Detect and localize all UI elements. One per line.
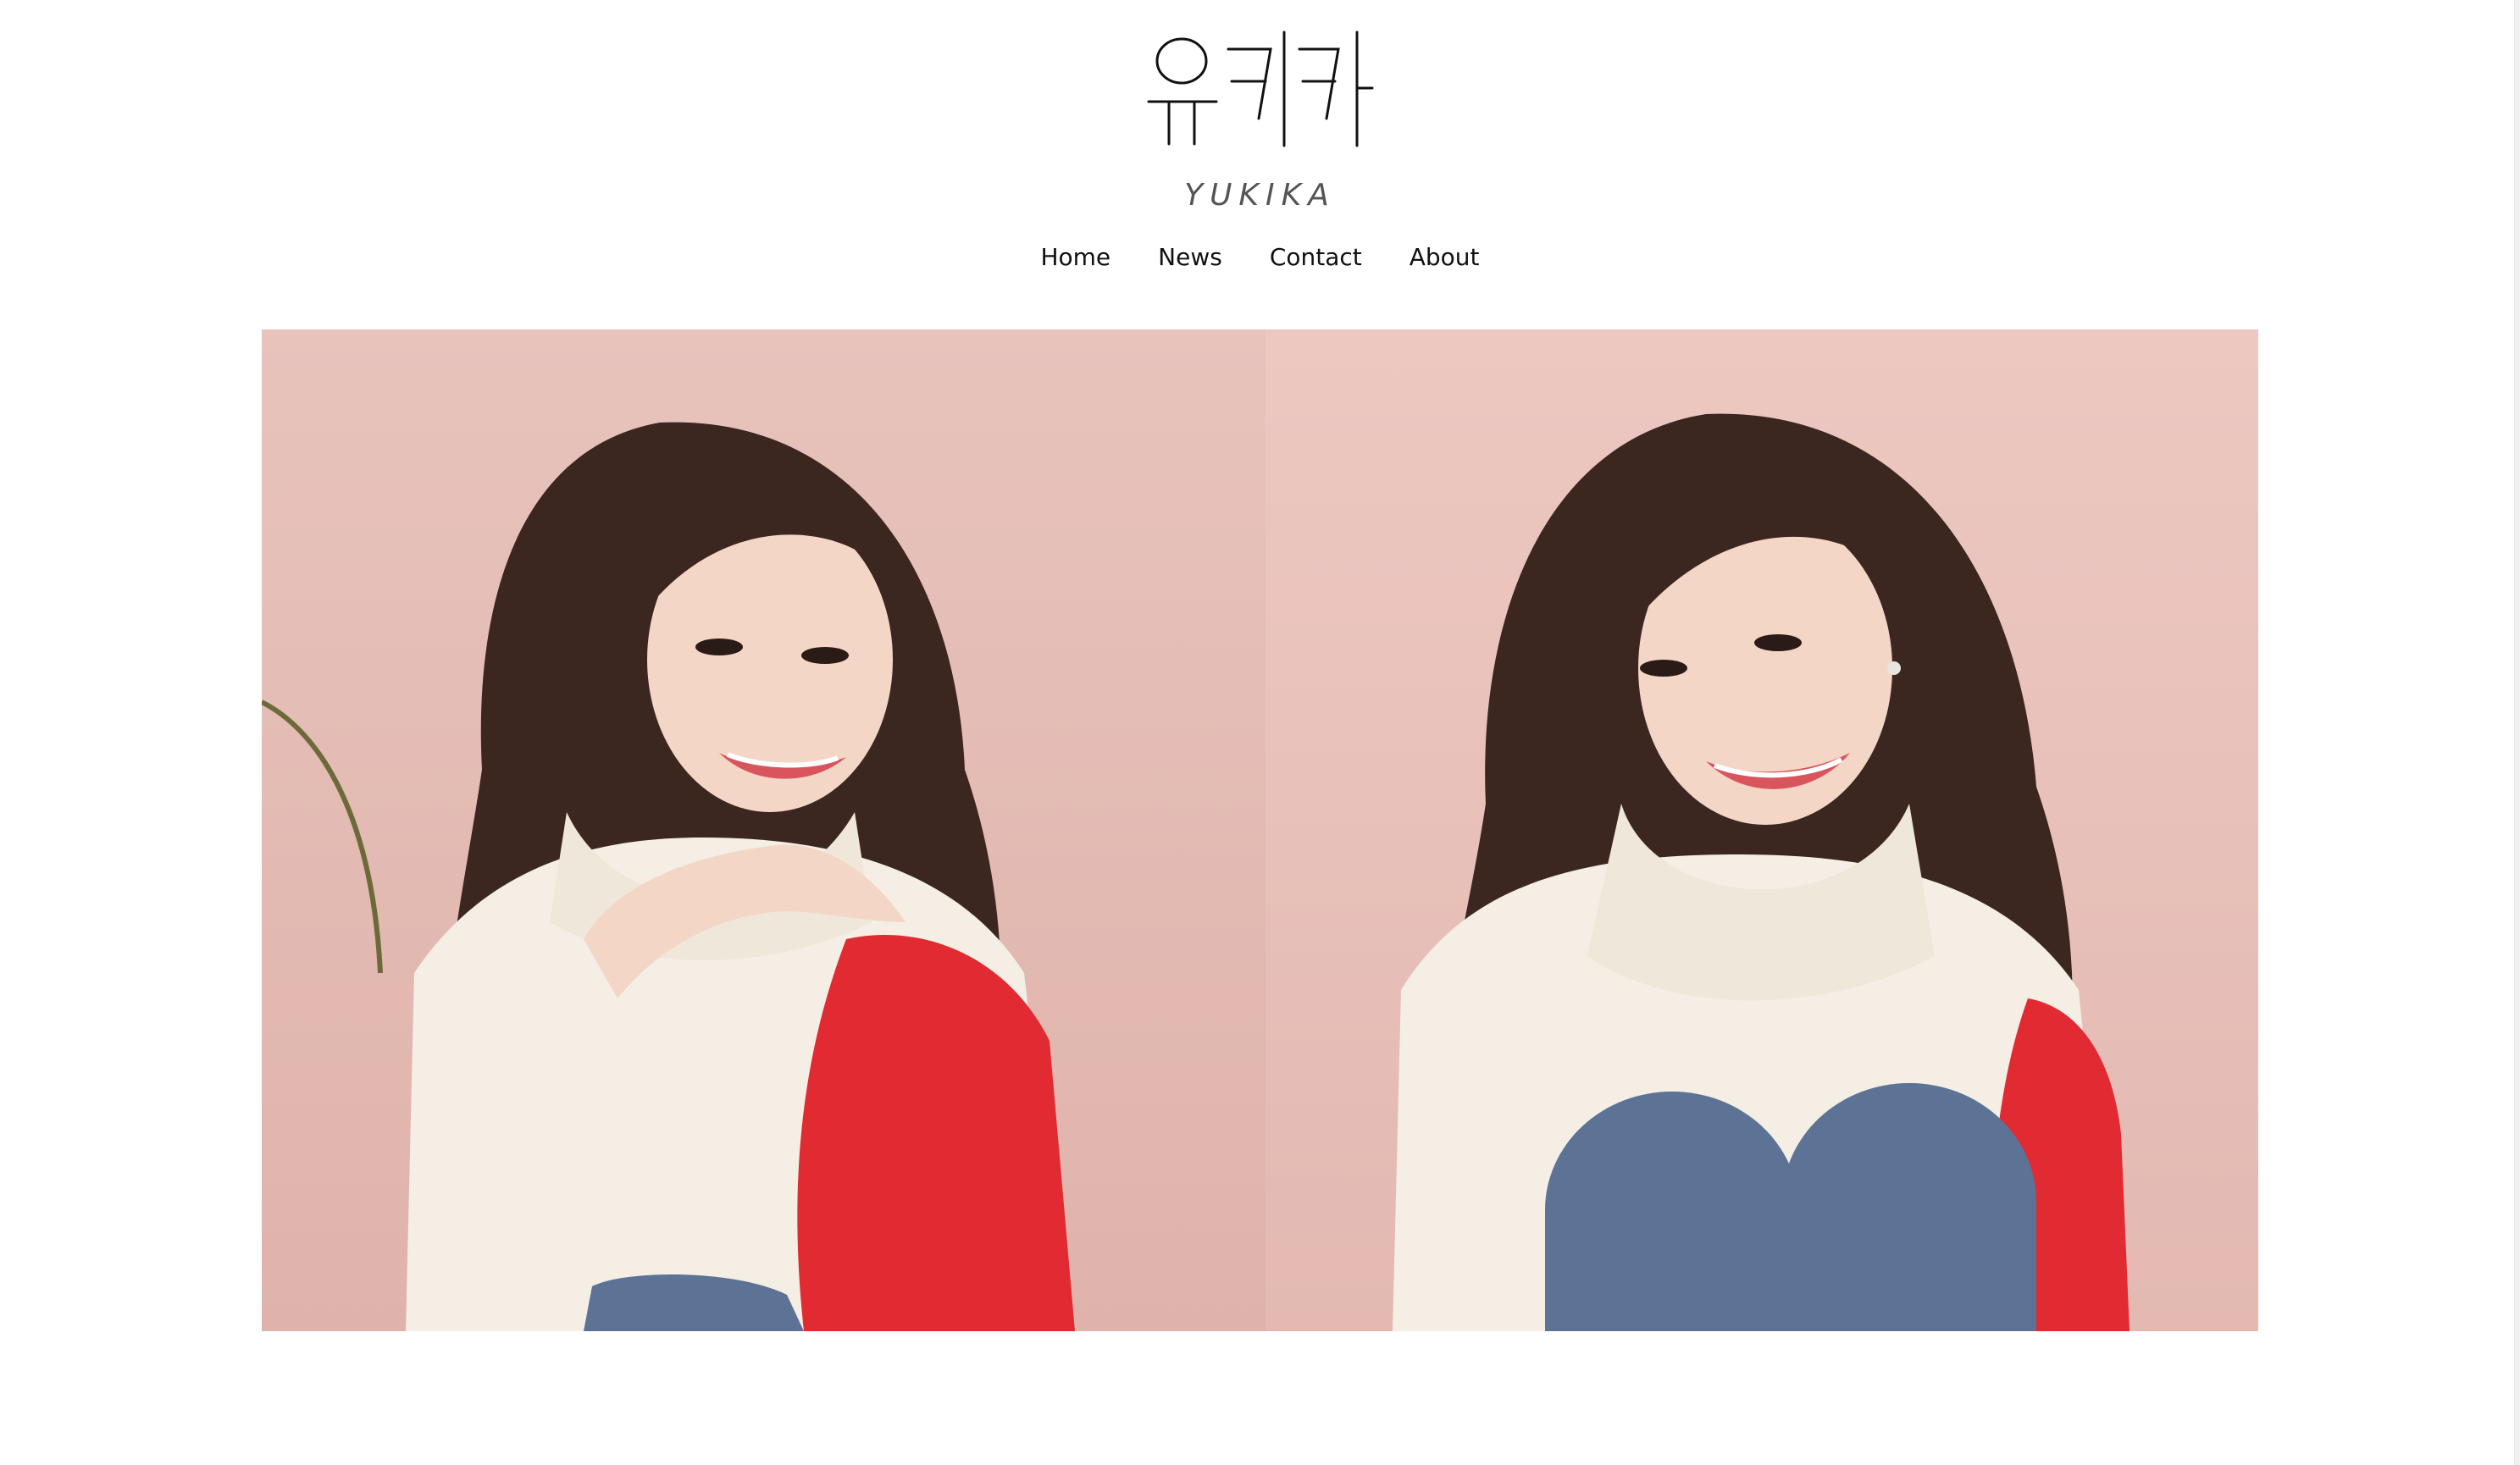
portrait-illustration-left — [262, 422, 1075, 1331]
page: YUKIKA Home News Contact About — [0, 0, 2520, 1465]
nav-contact-link[interactable]: Contact — [1270, 239, 1362, 276]
logo-hangul-mark — [1147, 30, 1374, 147]
nav-about-link[interactable]: About — [1410, 239, 1480, 276]
gallery-photo-right[interactable] — [1266, 329, 2258, 1331]
nav-news-link[interactable]: News — [1158, 239, 1222, 276]
site-logo[interactable]: YUKIKA — [1144, 25, 1376, 213]
nav-home-link[interactable]: Home — [1040, 239, 1110, 276]
gallery-photo-left[interactable] — [262, 329, 1266, 1331]
photo-gallery — [262, 329, 2258, 1331]
main-nav: Home News Contact About — [0, 239, 2520, 276]
portrait-illustration-right — [1393, 413, 2130, 1331]
page-scrollbar[interactable] — [2514, 0, 2520, 1465]
logo-roman-text: YUKIKA — [1184, 178, 1336, 213]
